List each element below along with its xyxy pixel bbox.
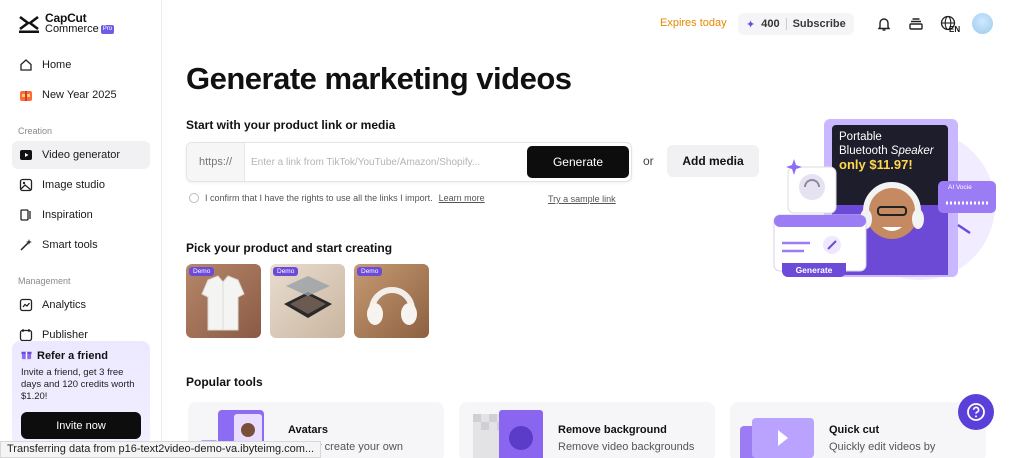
section-creation: Creation	[18, 126, 53, 136]
popular-tools-title: Popular tools	[186, 375, 263, 389]
hero-ad-text: Portable Bluetooth Speaker only $11.97!	[839, 130, 934, 172]
avatar[interactable]	[972, 13, 993, 34]
sidebar-item-video-generator[interactable]: Video generator	[12, 141, 150, 169]
credits-count: 400	[761, 18, 780, 30]
expires-label[interactable]: Expires today	[660, 17, 727, 29]
refer-title: Refer a friend	[37, 350, 108, 362]
hero-price: only $11.97!	[839, 157, 913, 172]
sidebar-item-image-studio[interactable]: Image studio	[12, 171, 150, 199]
hero-line2a: Bluetooth	[839, 145, 891, 157]
sidebar: CapCut Commerce Pro Home New Year 2025 Cr…	[0, 0, 162, 458]
learn-more-link[interactable]: Learn more	[439, 193, 485, 203]
rights-confirmation: I confirm that I have the rights to use …	[189, 193, 485, 203]
sidebar-item-label: Home	[42, 59, 72, 71]
notification-bell-icon[interactable]	[874, 14, 894, 34]
rights-checkbox[interactable]	[189, 193, 199, 203]
inspiration-icon	[18, 208, 33, 223]
sidebar-item-new-year[interactable]: New Year 2025	[12, 81, 150, 109]
section-management: Management	[18, 276, 71, 286]
ai-voice-label: AI Vocie	[948, 184, 972, 191]
page-title: Generate marketing videos	[186, 61, 572, 96]
hero-illustration: Portable Bluetooth Speaker only $11.97! …	[770, 115, 1010, 285]
hero-generate-label: Generate	[782, 263, 846, 277]
analytics-icon	[18, 298, 33, 313]
sidebar-item-inspiration[interactable]: Inspiration	[12, 201, 150, 229]
tool-name: Remove background	[558, 424, 667, 436]
gift-icon	[21, 349, 32, 363]
brand-sub: Commerce	[45, 23, 99, 35]
magic-wand-icon	[18, 238, 33, 253]
logo[interactable]: CapCut Commerce Pro	[18, 12, 115, 35]
add-media-button[interactable]: Add media	[667, 145, 759, 177]
product-card-palette[interactable]: Demo	[270, 264, 345, 338]
remove-background-thumbnail	[473, 410, 543, 458]
language-selector[interactable]: EN	[938, 14, 964, 34]
or-label: or	[643, 154, 654, 168]
quick-cut-thumbnail	[740, 418, 814, 458]
product-card-headphones[interactable]: Demo	[354, 264, 429, 338]
demo-badge: Demo	[357, 267, 383, 276]
help-button[interactable]	[958, 394, 994, 430]
link-prefix: https://	[187, 143, 245, 181]
tool-desc: Remove video backgrounds	[558, 441, 695, 453]
sparkle-icon: ✦	[746, 18, 756, 31]
stack-icon[interactable]	[906, 14, 926, 34]
hero-line2b: Speaker	[890, 145, 934, 157]
language-label: EN	[949, 25, 961, 34]
pro-badge: Pro	[100, 25, 115, 34]
tool-card-remove-background[interactable]: Remove background Remove video backgroun…	[459, 402, 715, 458]
sidebar-item-label: New Year 2025	[42, 89, 117, 101]
demo-badge: Demo	[189, 267, 215, 276]
pick-product-title: Pick your product and start creating	[186, 241, 393, 255]
invite-now-button[interactable]: Invite now	[21, 412, 141, 439]
video-icon	[18, 148, 33, 163]
demo-badge: Demo	[273, 267, 299, 276]
browser-status-bar: Transferring data from p16-text2video-de…	[0, 441, 322, 458]
sidebar-item-home[interactable]: Home	[12, 51, 150, 79]
image-icon	[18, 178, 33, 193]
home-icon	[18, 58, 33, 73]
tool-card-quick-cut[interactable]: Quick cut Quickly edit videos by	[730, 402, 986, 458]
sidebar-item-label: Analytics	[42, 299, 87, 311]
capcut-logo-icon	[19, 15, 39, 33]
divider	[785, 18, 787, 30]
sidebar-item-label: Image studio	[42, 179, 105, 191]
try-sample-link[interactable]: Try a sample link	[548, 194, 616, 204]
gift-icon	[18, 88, 33, 103]
sidebar-item-smart-tools[interactable]: Smart tools	[12, 231, 150, 259]
refer-a-friend-card: Refer a friend Invite a friend, get 3 fr…	[12, 341, 150, 445]
sidebar-item-label: Smart tools	[42, 239, 98, 251]
generate-button[interactable]: Generate	[527, 146, 629, 178]
start-label: Start with your product link or media	[186, 118, 396, 132]
tool-desc: Quickly edit videos by	[829, 441, 936, 453]
tool-name: Quick cut	[829, 424, 880, 436]
hero-line1: Portable	[839, 131, 882, 143]
sidebar-item-label: Video generator	[42, 149, 121, 161]
subscribe-button[interactable]: Subscribe	[793, 18, 846, 30]
product-card-shirt[interactable]: Demo	[186, 264, 261, 338]
credits-pill[interactable]: ✦ 400 Subscribe	[738, 13, 854, 35]
sidebar-item-label: Inspiration	[42, 209, 93, 221]
product-link-box: https:// Generate	[186, 142, 632, 182]
refer-description: Invite a friend, get 3 free days and 120…	[21, 367, 135, 402]
product-link-input[interactable]	[251, 152, 525, 172]
app-root: CapCut Commerce Pro Home New Year 2025 Cr…	[0, 0, 1024, 458]
sidebar-item-label: Publisher	[42, 329, 88, 341]
sidebar-item-analytics[interactable]: Analytics	[12, 291, 150, 319]
tool-name: Avatars	[288, 424, 328, 436]
help-icon	[967, 403, 985, 421]
confirm-text: I confirm that I have the rights to use …	[205, 193, 433, 203]
